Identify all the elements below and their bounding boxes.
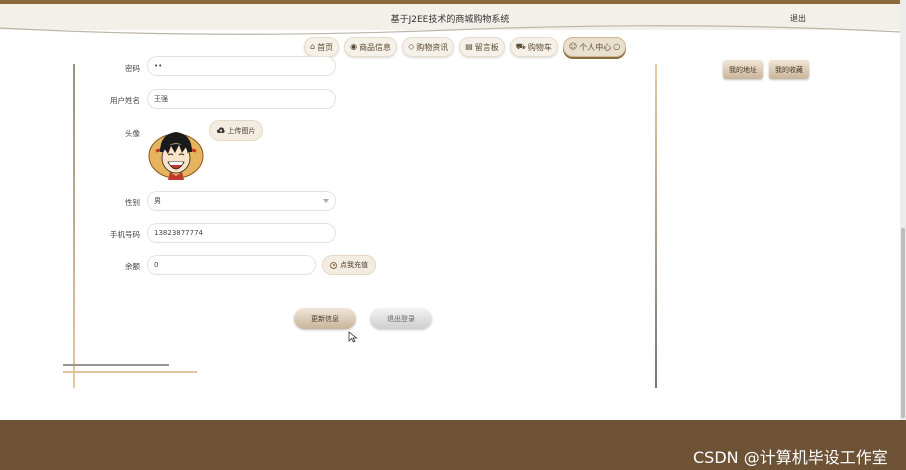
balance-label: 余额 (125, 262, 140, 271)
nav-item-news[interactable]: ◇ 购物资讯 (402, 37, 455, 57)
name-field[interactable]: 王强 (147, 89, 336, 109)
avatar-label: 头像 (125, 129, 140, 138)
nav-label: 购物车 (527, 42, 552, 52)
my-address-button[interactable]: 我的地址 (723, 60, 763, 79)
password-label: 密码 (125, 64, 140, 73)
main-nav: ⌂ 首页 ◉ 商品信息 ◇ 购物资讯 ▤ 留言板 ⛟ 购物车 ☺ 个人中心 ○ (304, 37, 627, 57)
gender-label: 性别 (125, 198, 140, 207)
watermark-text: CSDN @计算机毕设工作室 (693, 448, 888, 467)
nav-item-messages[interactable]: ▤ 留言板 (459, 37, 505, 57)
radio-icon (330, 261, 337, 269)
note-icon: ▤ (465, 42, 473, 51)
right-decor-line (655, 64, 657, 388)
bottom-decor-line (63, 364, 169, 366)
nav-label: 商品信息 (359, 42, 392, 52)
eye-icon: ◉ (350, 42, 358, 51)
nav-label: 首页 (317, 42, 334, 52)
upload-image-button[interactable]: 上传图片 (209, 120, 263, 141)
phone-field[interactable]: 13823877774 (147, 223, 336, 243)
bottom-decor-line-accent (63, 371, 197, 373)
gender-select[interactable]: 男 (147, 191, 336, 211)
name-label: 用户姓名 (110, 96, 140, 105)
exit-login-button[interactable]: 退出登录 (370, 308, 432, 329)
cloud-upload-icon (216, 127, 225, 133)
recharge-label: 点我充值 (340, 261, 368, 269)
logout-link[interactable]: 退出 (790, 13, 806, 24)
update-info-button[interactable]: 更新信息 (294, 308, 356, 329)
password-field[interactable]: •• (147, 56, 336, 76)
nav-item-cart[interactable]: ⛟ 购物车 (509, 37, 558, 57)
nav-label: 留言板 (474, 42, 499, 52)
cart-icon: ⛟ (515, 42, 526, 51)
scrollbar-thumb[interactable] (901, 228, 905, 418)
header-wave-divider (0, 25, 900, 35)
recharge-button[interactable]: 点我充值 (322, 255, 376, 275)
nav-label: 购物资讯 (416, 42, 449, 52)
tag-icon: ◇ (408, 42, 415, 51)
balance-field[interactable]: 0 (147, 255, 316, 275)
side-menu: 我的地址 我的收藏 (723, 60, 809, 79)
nav-item-home[interactable]: ⌂ 首页 (304, 37, 340, 57)
gender-value: 男 (154, 197, 161, 205)
phone-label: 手机号码 (110, 230, 140, 239)
left-decor-line (73, 64, 75, 388)
nav-item-profile[interactable]: ☺ 个人中心 ○ (562, 37, 627, 57)
my-favorites-button[interactable]: 我的收藏 (769, 60, 809, 79)
upload-label: 上传图片 (227, 126, 256, 135)
avatar (148, 132, 204, 180)
circle-icon: ○ (613, 42, 621, 51)
user-icon: ☺ (568, 42, 578, 51)
nav-label: 个人中心 (579, 42, 612, 52)
mouse-cursor-icon (348, 331, 358, 343)
nav-item-products[interactable]: ◉ 商品信息 (344, 37, 398, 57)
home-icon: ⌂ (310, 42, 316, 51)
chevron-down-icon (323, 199, 329, 203)
